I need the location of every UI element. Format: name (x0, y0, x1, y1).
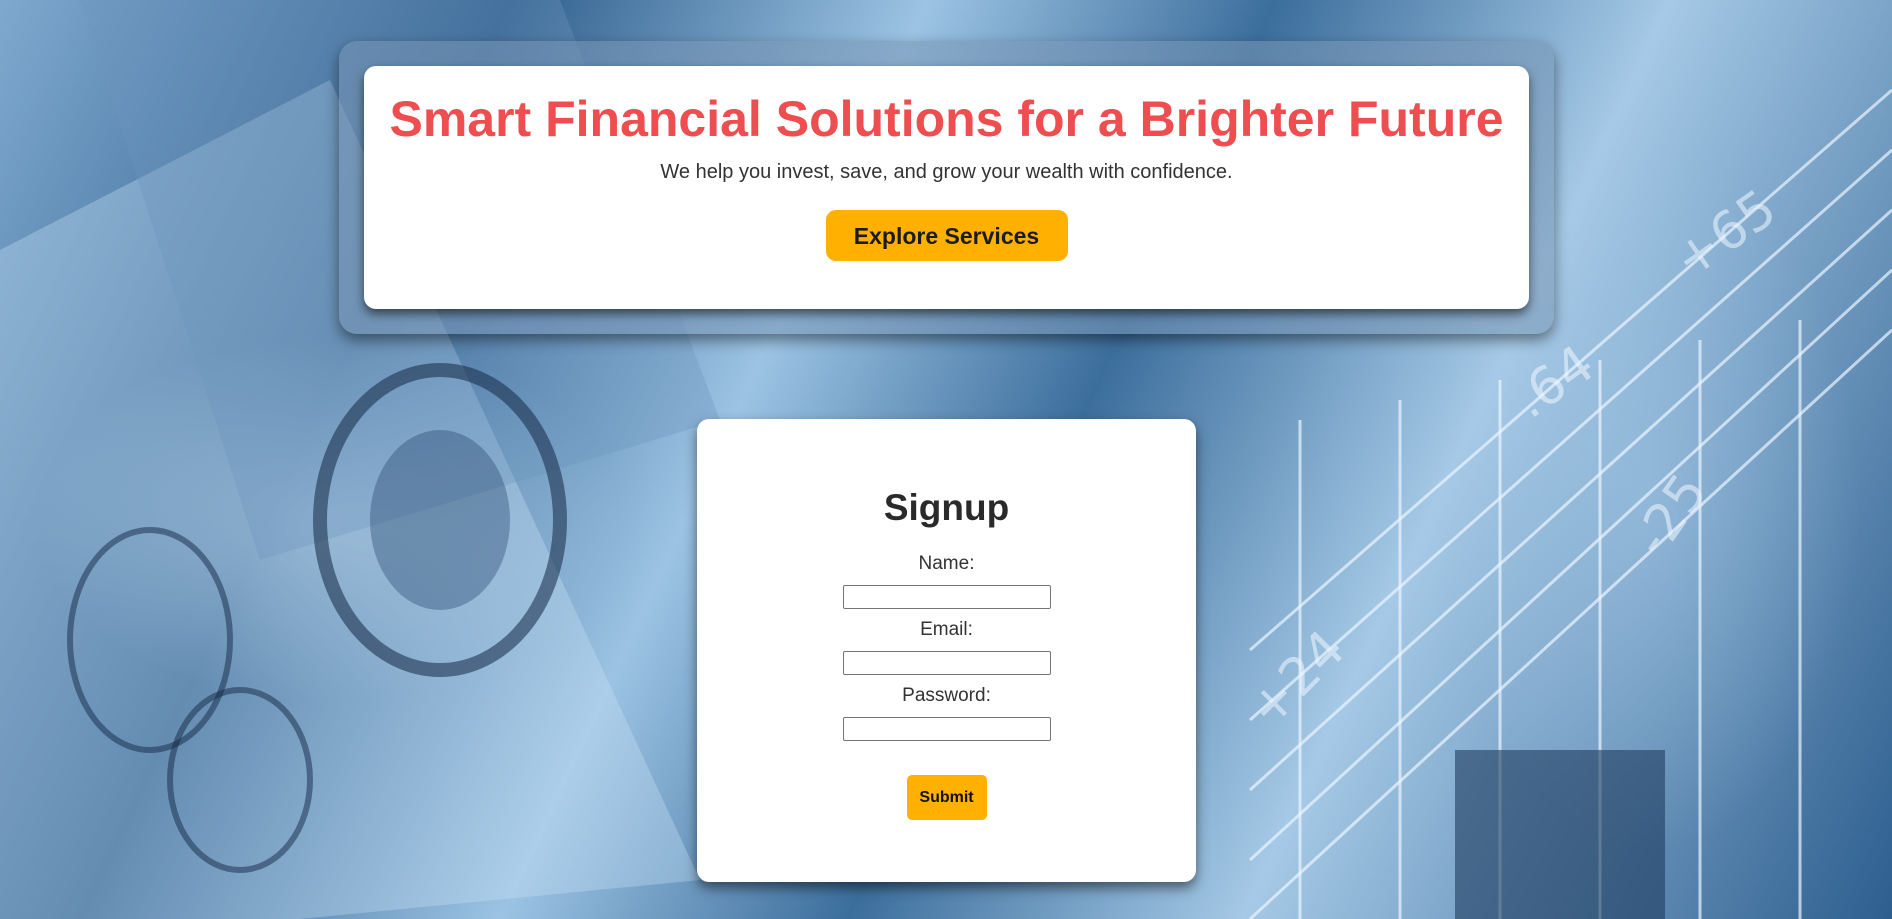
explore-services-button[interactable]: Explore Services (825, 210, 1068, 261)
submit-button[interactable]: Submit (906, 775, 987, 820)
signup-title: Signup (883, 487, 1010, 528)
password-input[interactable] (842, 717, 1051, 741)
hero-card: Smart Financial Solutions for a Brighter… (364, 66, 1529, 309)
hero-title: Smart Financial Solutions for a Brighter… (389, 91, 1504, 147)
password-label: Password: (902, 685, 991, 706)
email-input[interactable] (842, 651, 1051, 675)
name-label: Name: (918, 553, 975, 574)
signup-form: Signup Name: Email: Password: Submit (697, 419, 1196, 882)
svg-text:-25: -25 (1621, 463, 1719, 567)
svg-text:+24: +24 (1237, 619, 1357, 739)
name-input[interactable] (842, 585, 1051, 609)
hero-subtitle: We help you invest, save, and grow your … (660, 161, 1233, 183)
email-label: Email: (920, 619, 973, 640)
